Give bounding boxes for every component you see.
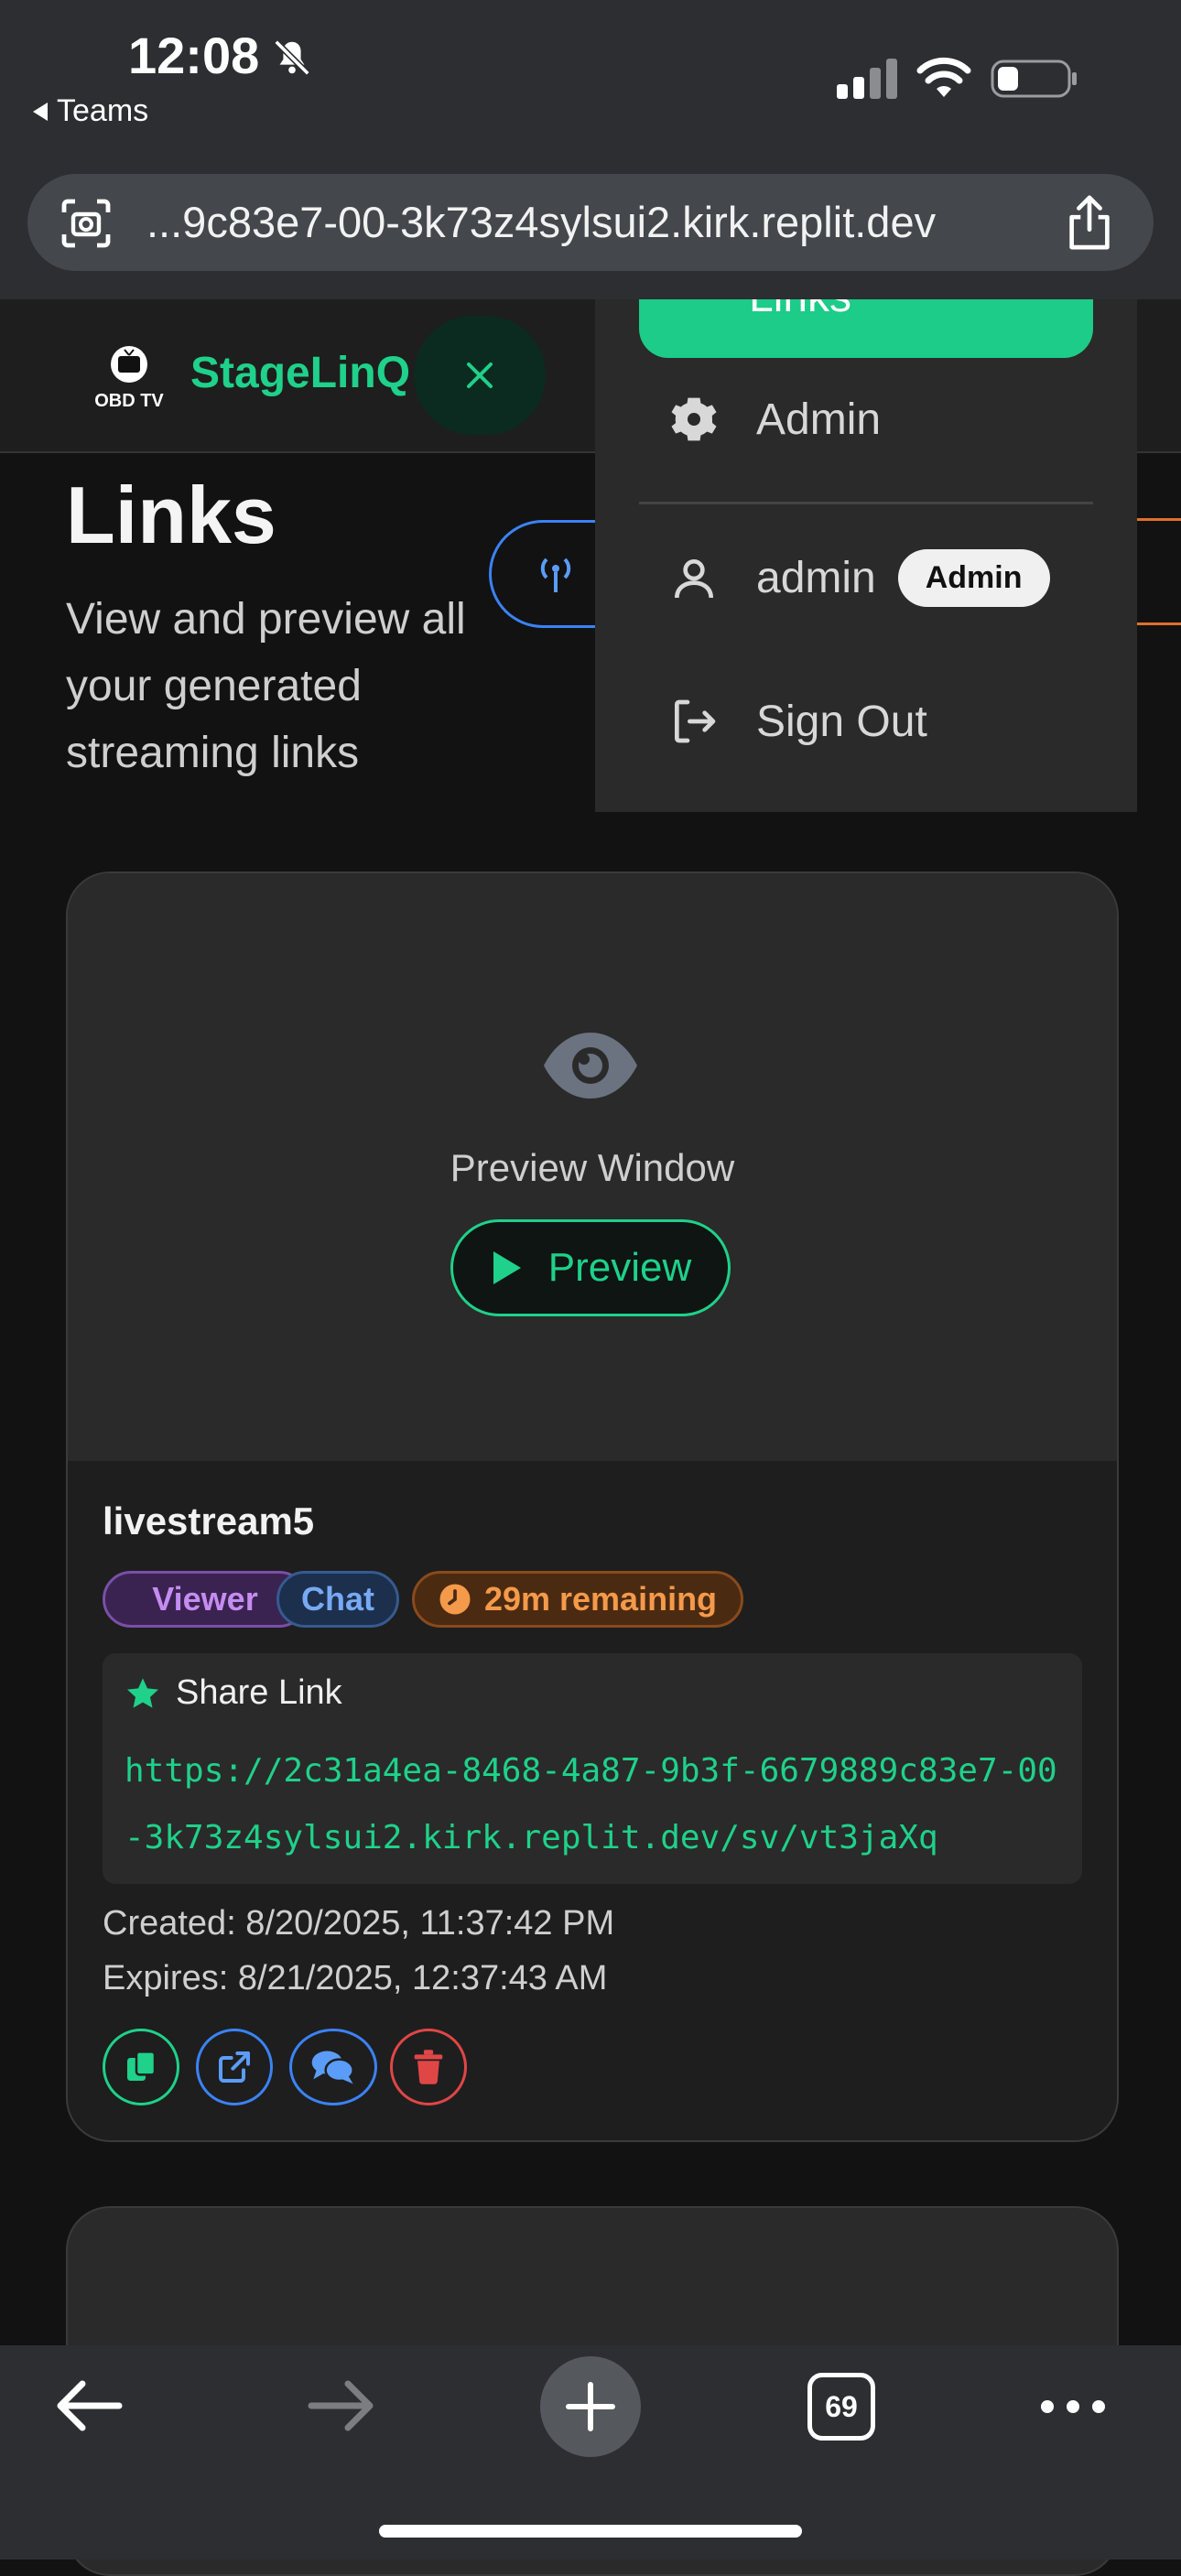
eye-icon: [544, 1033, 637, 1099]
more-icon[interactable]: [1040, 2393, 1106, 2420]
time-remaining-badge: 29m remaining: [412, 1571, 743, 1628]
time-remaining-label: 29m remaining: [483, 1580, 718, 1618]
menu-item-admin[interactable]: Admin: [668, 394, 881, 445]
menu-item-links[interactable]: Links: [639, 299, 1093, 358]
new-tab-button[interactable]: [540, 2356, 641, 2457]
role-badge: Admin: [897, 549, 1050, 607]
back-arrow-icon[interactable]: [51, 2375, 128, 2437]
wifi-icon: [916, 57, 971, 97]
created-timestamp: Created: 8/20/2025, 11:37:42 PM: [103, 1904, 615, 1943]
star-icon: [127, 1677, 158, 1708]
stream-name: livestream5: [103, 1499, 315, 1542]
page-title: Links: [66, 470, 276, 560]
menu-user-info: admin Admin: [668, 549, 1050, 607]
preview-button-label: Preview: [547, 1245, 692, 1290]
bell-muted-icon: [274, 39, 310, 76]
sign-out-icon: [675, 699, 716, 743]
partial-button-border: [1135, 518, 1181, 521]
back-app-label: Teams: [57, 93, 149, 128]
back-to-app-link[interactable]: Teams: [33, 93, 148, 129]
menu-item-sign-out[interactable]: Sign Out: [668, 696, 927, 747]
user-name: admin: [756, 554, 876, 602]
trash-icon: [414, 2050, 443, 2084]
menu-item-links-label: Links: [749, 299, 851, 322]
open-chat-button[interactable]: [289, 2029, 377, 2105]
partial-button-border: [1135, 622, 1181, 625]
close-menu-button[interactable]: [414, 316, 546, 435]
chat-bubbles-icon: [311, 2051, 354, 2084]
preview-button[interactable]: Preview: [450, 1219, 731, 1316]
menu-divider: [639, 502, 1093, 504]
back-triangle-icon: [33, 102, 48, 121]
sign-out-label: Sign Out: [756, 697, 927, 746]
brand-name[interactable]: StageLinQ: [190, 348, 410, 398]
page-subtitle: View and preview all your generated stre…: [66, 595, 466, 777]
copy-icon: [127, 2051, 157, 2081]
play-icon: [493, 1251, 521, 1284]
plus-icon: [566, 2382, 615, 2431]
share-icon[interactable]: [1064, 194, 1115, 251]
list-icon: [679, 299, 716, 325]
share-link-box: Share Link https://2c31a4ea-8468-4a87-9b…: [103, 1653, 1082, 1884]
link-card: Preview Window Preview livestream5 Viewe…: [66, 871, 1119, 2142]
share-link-title-label: Share Link: [176, 1673, 342, 1712]
url-text[interactable]: ...9c83e7-00-3k73z4sylsui2.kirk.replit.d…: [146, 196, 936, 249]
cellular-signal-icon: [837, 59, 897, 99]
svg-text:OBD TV: OBD TV: [94, 391, 164, 411]
copy-link-button[interactable]: [103, 2029, 179, 2105]
menu-item-admin-label: Admin: [756, 395, 882, 444]
share-link-title: Share Link: [125, 1673, 342, 1713]
gear-icon: [671, 397, 717, 441]
battery-icon: [991, 60, 1077, 98]
preview-window-label: Preview Window: [450, 1146, 735, 1189]
broadcast-icon: [540, 557, 571, 592]
home-indicator: [379, 2525, 802, 2538]
status-time: 12:08: [128, 27, 260, 84]
chat-badge: Chat: [276, 1571, 399, 1628]
clock-icon: [439, 1584, 471, 1615]
page-settings-icon[interactable]: [59, 196, 114, 251]
user-icon: [675, 558, 713, 598]
external-link-icon: [219, 2051, 250, 2083]
open-link-button[interactable]: [196, 2029, 273, 2105]
tabs-button[interactable]: 69: [807, 2373, 875, 2441]
close-icon: [467, 363, 493, 388]
obd-tv-logo[interactable]: OBD TV: [88, 342, 170, 412]
expires-timestamp: Expires: 8/21/2025, 12:37:43 AM: [103, 1959, 608, 1997]
forward-arrow-icon[interactable]: [302, 2375, 379, 2437]
delete-link-button[interactable]: [390, 2029, 467, 2105]
share-link-url[interactable]: https://2c31a4ea-8468-4a87-9b3f-6679889c…: [125, 1737, 1067, 1871]
